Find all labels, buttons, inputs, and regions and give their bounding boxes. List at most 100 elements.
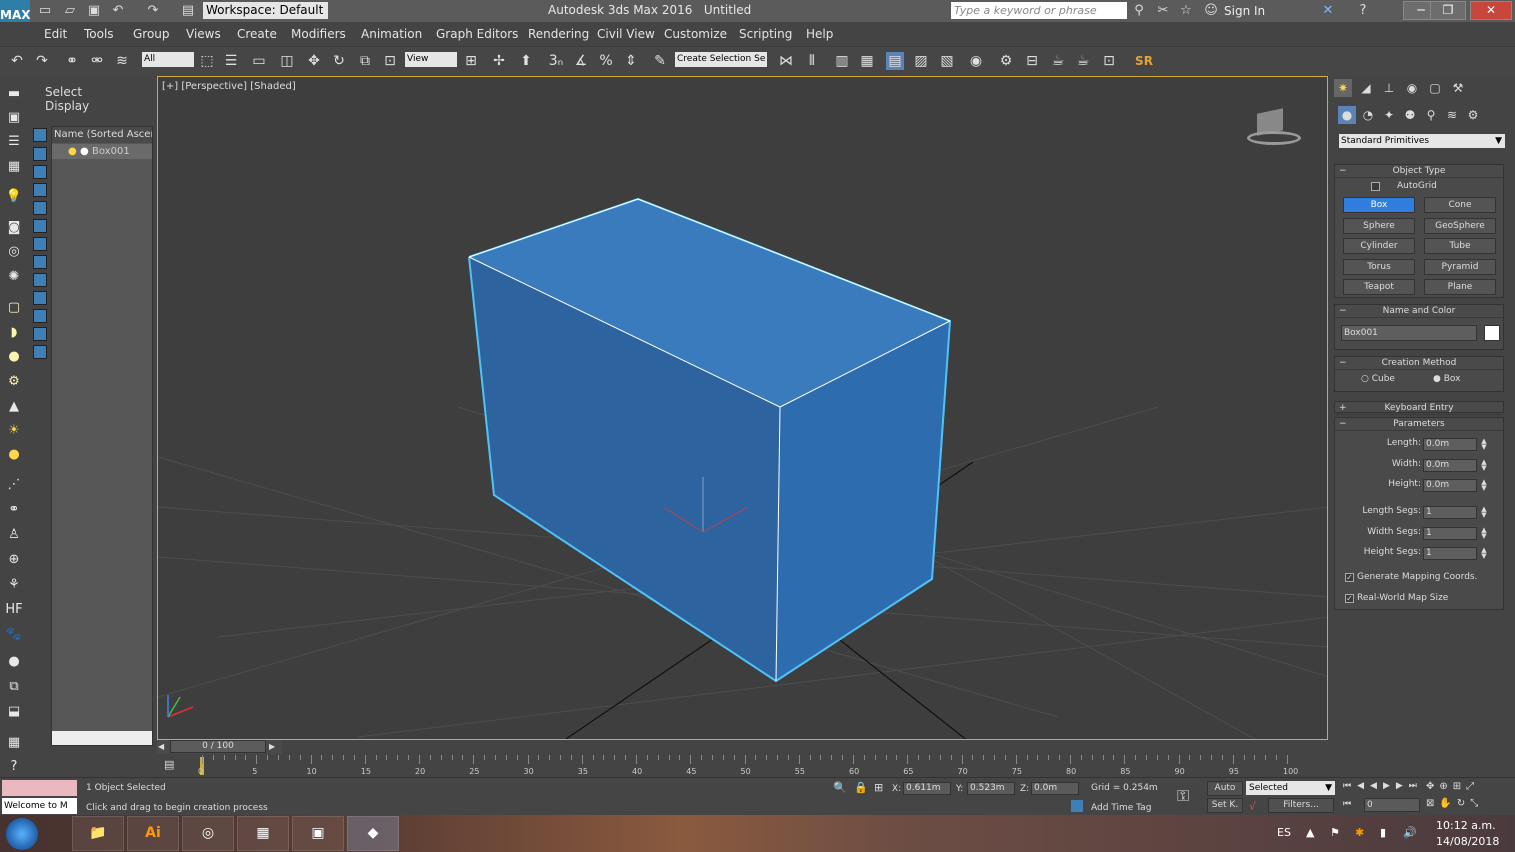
- select-by-name-icon[interactable]: ☰: [222, 52, 240, 70]
- menu-graph-editors[interactable]: Graph Editors: [436, 27, 518, 41]
- rollout-title[interactable]: − Object Type: [1335, 165, 1503, 178]
- length-spinner[interactable]: ▲ ▼: [1480, 438, 1488, 451]
- object-name-field[interactable]: Box001: [1341, 325, 1477, 341]
- display-containers-icon[interactable]: [33, 309, 47, 323]
- taskbar-chrome-icon[interactable]: ◎: [182, 816, 234, 851]
- time-slider[interactable]: 0 / 100: [170, 740, 266, 753]
- snaps-toggle-icon[interactable]: 3ₙ: [547, 52, 565, 70]
- absolute-mode-icon[interactable]: ⊞: [874, 781, 883, 794]
- width-segs-field[interactable]: 1: [1423, 527, 1477, 540]
- tray-app-icon[interactable]: ✱: [1355, 826, 1364, 839]
- menu-modifiers[interactable]: Modifiers: [291, 27, 346, 41]
- helper-icon[interactable]: ◎: [5, 243, 23, 261]
- rollout-title[interactable]: − Name and Color: [1335, 305, 1503, 318]
- tools-icon[interactable]: ✂: [1155, 3, 1171, 19]
- hf-icon[interactable]: HF: [5, 601, 23, 619]
- menu-edit[interactable]: Edit: [44, 27, 67, 41]
- menu-views[interactable]: Views: [186, 27, 221, 41]
- menu-group[interactable]: Group: [133, 27, 170, 41]
- menu-tools[interactable]: Tools: [84, 27, 114, 41]
- spacewarp-icon[interactable]: ✺: [5, 268, 23, 286]
- display-all-icon[interactable]: [33, 128, 47, 142]
- layer-manager-icon[interactable]: ▥: [833, 52, 851, 70]
- rotate-icon[interactable]: ↻: [330, 52, 348, 70]
- move-icon[interactable]: ✥: [305, 52, 323, 70]
- material-sphere-icon[interactable]: ●: [5, 653, 23, 671]
- redo-icon[interactable]: ↷: [145, 3, 161, 19]
- display-hidden-icon[interactable]: [33, 345, 47, 359]
- align-icon[interactable]: ⫴: [803, 52, 821, 70]
- project-folder-icon[interactable]: ▤: [180, 3, 196, 19]
- next-frame-arrow-icon[interactable]: ▶: [269, 740, 279, 753]
- light-icon[interactable]: 💡: [5, 188, 23, 206]
- angle-snap-icon[interactable]: ∡: [572, 52, 590, 70]
- menu-rendering[interactable]: Rendering: [528, 27, 589, 41]
- menu-scripting[interactable]: Scripting: [739, 27, 792, 41]
- perspective-viewport[interactable]: [+] [Perspective] [Shaded]: [157, 76, 1328, 740]
- length-segs-field[interactable]: 1: [1423, 506, 1477, 519]
- binoculars-icon[interactable]: ⚲: [1131, 3, 1147, 19]
- spacewarps-category-icon[interactable]: ≋: [1443, 106, 1461, 124]
- search-input[interactable]: Type a keyword or phrase: [951, 2, 1127, 19]
- tube-button[interactable]: Tube: [1424, 238, 1496, 254]
- height-field[interactable]: 0.0m: [1423, 479, 1477, 492]
- scale-icon[interactable]: ⧉: [356, 52, 374, 70]
- teapot-button[interactable]: Teapot: [1343, 279, 1415, 295]
- new-file-icon[interactable]: ▭: [37, 3, 53, 19]
- taskbar-monitor-icon[interactable]: ▣: [292, 816, 344, 851]
- hair-icon[interactable]: ⚘: [5, 576, 23, 594]
- display-helpers-icon[interactable]: [33, 219, 47, 233]
- help-circle-icon[interactable]: ?: [5, 758, 23, 776]
- menu-animation[interactable]: Animation: [361, 27, 422, 41]
- display-geometry-icon[interactable]: [33, 147, 47, 161]
- maxscript-mini-listener[interactable]: Welcome to M: [2, 798, 77, 814]
- menu-civil-view[interactable]: Civil View: [597, 27, 655, 41]
- toggle-ribbon-icon[interactable]: ▦: [858, 52, 876, 70]
- cone-button[interactable]: Cone: [1424, 197, 1496, 213]
- character-icon[interactable]: ♙: [5, 526, 23, 544]
- width-spinner[interactable]: ▲ ▼: [1480, 459, 1488, 472]
- taskbar-explorer-icon[interactable]: 📁: [72, 816, 124, 851]
- plane-button[interactable]: Plane: [1424, 279, 1496, 295]
- menu-customize[interactable]: Customize: [664, 27, 727, 41]
- grid-list-icon[interactable]: ▦: [5, 158, 23, 176]
- sphere-icon[interactable]: ●: [5, 348, 23, 366]
- track-bar[interactable]: ▤ 0 5 10 15 20 25 30 35 40 45 50 55 60 65 70 75 80 85 90 95…: [160, 755, 1328, 777]
- edit-named-selection-icon[interactable]: ✎: [651, 52, 669, 70]
- list-item[interactable]: ● ● Box001: [52, 144, 152, 159]
- unlink-icon[interactable]: ⚮: [88, 52, 106, 70]
- menu-help[interactable]: Help: [806, 27, 833, 41]
- real-world-map-checkbox[interactable]: ✓: [1345, 594, 1354, 603]
- taskbar-calculator-icon[interactable]: ▦: [237, 816, 289, 851]
- box-button[interactable]: Box: [1343, 197, 1415, 213]
- bone-icon[interactable]: ▲: [5, 398, 23, 416]
- user-icon[interactable]: ☺: [1203, 3, 1219, 19]
- keyboard-shortcut-icon[interactable]: ⬆: [517, 52, 535, 70]
- spinner-snap-icon[interactable]: ⇕: [622, 52, 640, 70]
- curve-editor-icon[interactable]: ▨: [912, 52, 930, 70]
- pivot-center-icon[interactable]: ⊞: [462, 52, 480, 70]
- key-mode-icon[interactable]: ⏮: [1343, 799, 1351, 809]
- taskbar-3dsmax-icon[interactable]: ◆: [347, 816, 399, 851]
- help-icon[interactable]: ?: [1355, 3, 1371, 19]
- current-frame-field[interactable]: 0: [1364, 798, 1420, 812]
- start-button[interactable]: [6, 818, 38, 850]
- clock-time[interactable]: 10:12 a.m.: [1436, 819, 1496, 832]
- height-segs-spinner[interactable]: ▲ ▼: [1480, 547, 1488, 560]
- explorer-scrollbar[interactable]: [52, 731, 152, 745]
- primitive-type-dropdown[interactable]: Standard Primitives ▼: [1339, 134, 1505, 148]
- exchange-icon[interactable]: ✕: [1320, 3, 1336, 19]
- display-spacewarps-icon[interactable]: [33, 237, 47, 251]
- sign-in-link[interactable]: Sign In: [1224, 4, 1265, 18]
- set-key-button[interactable]: Set K.: [1207, 798, 1243, 813]
- layer-icon[interactable]: ▣: [5, 109, 23, 127]
- window-crossing-icon[interactable]: ◫: [278, 52, 296, 70]
- maximize-button[interactable]: ❐: [1430, 1, 1466, 20]
- rollout-title[interactable]: + Keyboard Entry: [1335, 402, 1503, 415]
- percent-snap-icon[interactable]: %: [597, 52, 615, 70]
- height-spinner[interactable]: ▲ ▼: [1480, 479, 1488, 492]
- favorites-star-icon[interactable]: ☆: [1178, 3, 1194, 19]
- close-button[interactable]: ✕: [1470, 1, 1512, 20]
- column-header-name[interactable]: Name (Sorted Ascend: [52, 127, 152, 143]
- placement-icon[interactable]: ⊡: [381, 52, 399, 70]
